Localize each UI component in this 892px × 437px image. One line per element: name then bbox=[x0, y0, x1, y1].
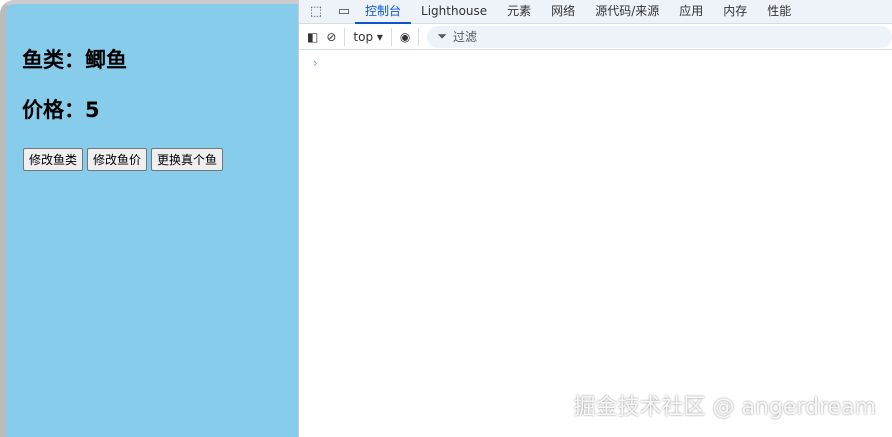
tab-lighthouse[interactable]: Lighthouse bbox=[411, 0, 497, 24]
tab-memory[interactable]: 内存 bbox=[713, 0, 757, 24]
live-expression-eye-icon[interactable]: ◉ bbox=[400, 30, 410, 44]
inspect-element-icon[interactable]: ⬚ bbox=[305, 4, 327, 19]
console-toolbar: ◧ ⊘ top ▾ ◉ ⏷ 过滤 bbox=[299, 24, 892, 50]
fish-type: 鱼类：鲫鱼 bbox=[22, 48, 127, 72]
devtools-tabbar: ⬚ ▭ 控制台 Lighthouse 元素 网络 源代码/来源 应用 内存 性能 bbox=[299, 0, 892, 24]
tab-sources[interactable]: 源代码/来源 bbox=[585, 0, 669, 24]
replace-fish-button[interactable]: 更换真个鱼 bbox=[151, 148, 224, 171]
devtools-panel: ⬚ ▭ 控制台 Lighthouse 元素 网络 源代码/来源 应用 内存 性能… bbox=[298, 0, 892, 437]
page-viewport: 鱼类：鲫鱼 价格：5 修改鱼类 修改鱼价 更换真个鱼 bbox=[0, 0, 298, 437]
divider bbox=[390, 27, 392, 46]
tab-performance[interactable]: 性能 bbox=[757, 0, 801, 24]
console-prompt[interactable]: › bbox=[313, 56, 318, 70]
filter-placeholder: 过滤 bbox=[453, 30, 478, 44]
clear-console-icon[interactable]: ⊘ bbox=[326, 30, 336, 44]
tab-application[interactable]: 应用 bbox=[669, 0, 713, 24]
context-selector[interactable]: top ▾ bbox=[353, 30, 383, 44]
divider bbox=[344, 27, 346, 46]
fish-price: 价格：5 bbox=[22, 98, 100, 122]
tab-elements[interactable]: 元素 bbox=[497, 0, 541, 24]
sidebar-toggle-icon[interactable]: ◧ bbox=[307, 30, 318, 44]
change-fish-price-button[interactable]: 修改鱼价 bbox=[87, 148, 148, 171]
watermark: 掘金技术社区 @ angerdream bbox=[573, 395, 876, 420]
change-fish-type-button[interactable]: 修改鱼类 bbox=[23, 148, 84, 171]
filter-input[interactable]: ⏷ 过滤 bbox=[427, 25, 892, 48]
tab-console[interactable]: 控制台 bbox=[355, 0, 412, 24]
tab-network[interactable]: 网络 bbox=[541, 0, 585, 24]
filter-icon: ⏷ bbox=[437, 29, 448, 43]
device-toolbar-icon[interactable]: ▭ bbox=[333, 4, 355, 19]
divider bbox=[418, 27, 420, 46]
